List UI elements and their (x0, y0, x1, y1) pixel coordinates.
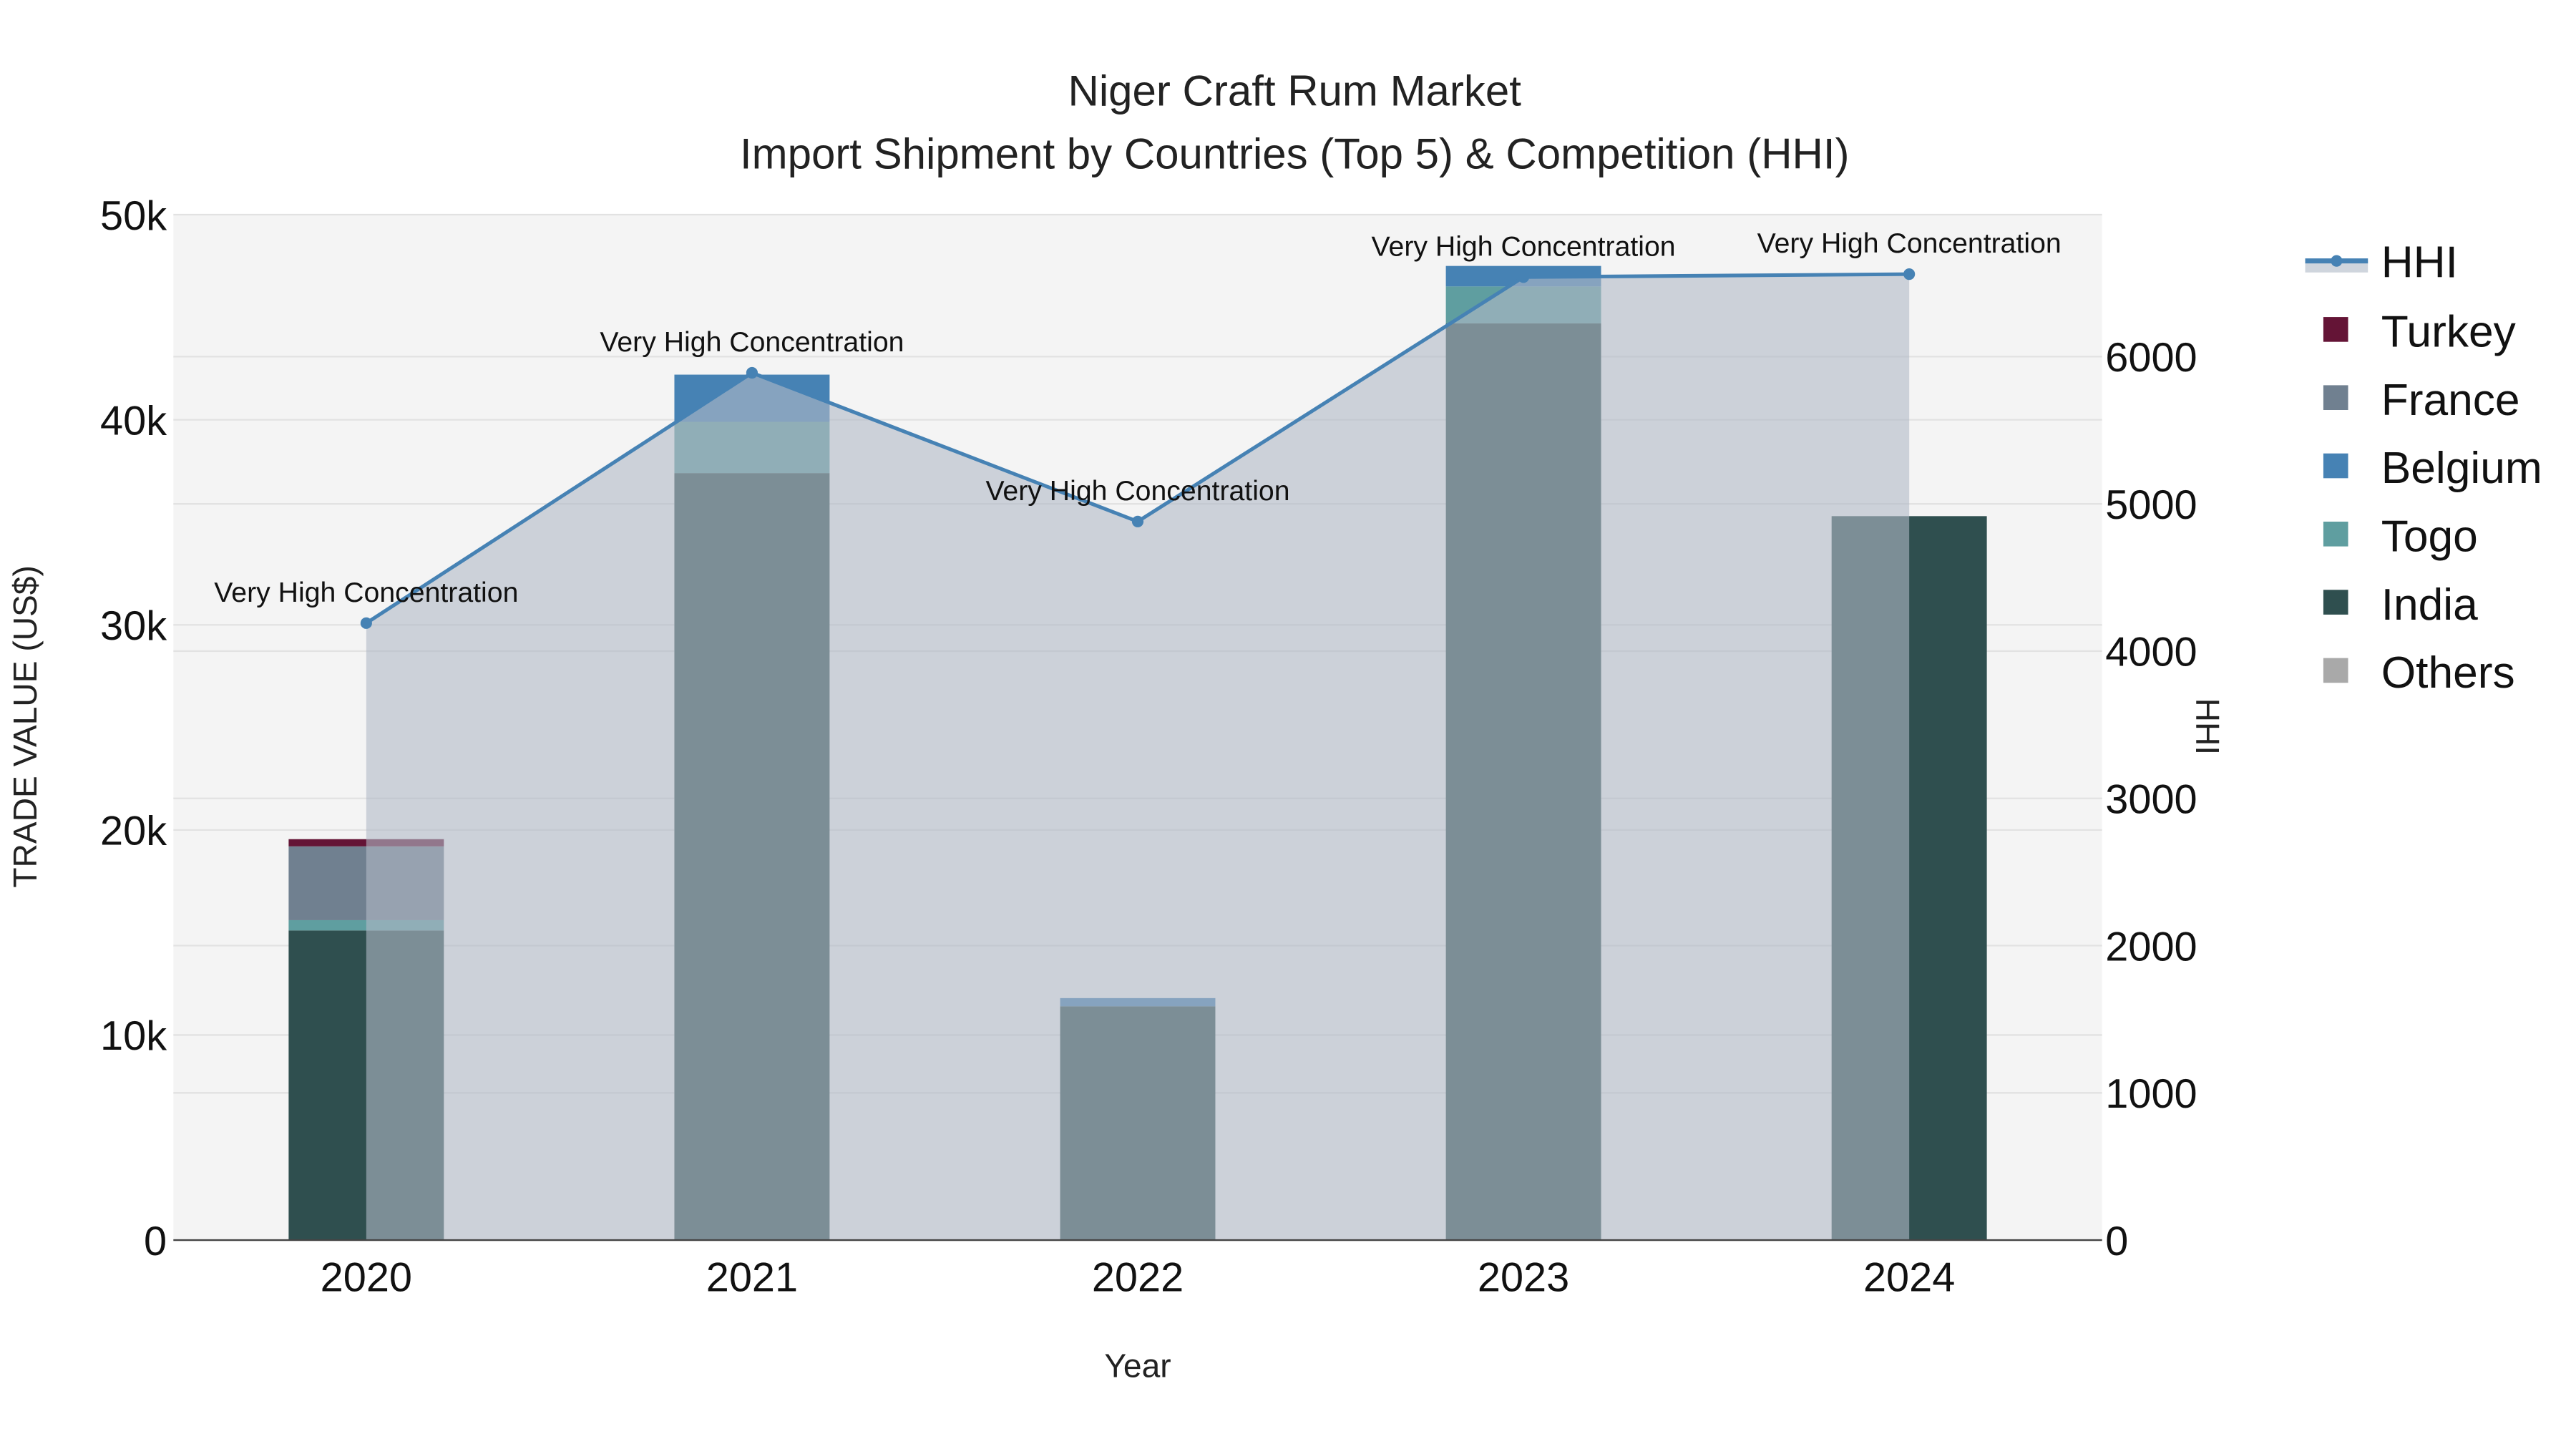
y2-tick-label: 1000 (2105, 1071, 2197, 1117)
legend-hhi-marker (2331, 255, 2343, 267)
legend-label-turkey[interactable]: Turkey (2381, 308, 2517, 357)
legend-swatch-france (2323, 385, 2348, 410)
x-tick-label: 2020 (321, 1255, 412, 1301)
hhi-annotation: Very High Concentration (214, 577, 518, 608)
hhi-annotation: Very High Concentration (1757, 228, 2062, 259)
y-axis-ticks: 0 10k 20k 30k 40k 50k (100, 193, 167, 1264)
y2-axis-ticks: 0 1000 2000 3000 4000 5000 6000 (2105, 335, 2197, 1264)
legend-label-togo[interactable]: Togo (2381, 512, 2478, 562)
chart-title: Niger Craft Rum Market (1068, 67, 1521, 115)
hhi-point-2023 (1518, 271, 1530, 283)
hhi-point-2022 (1131, 515, 1144, 527)
y-tick-label: 30k (100, 603, 167, 649)
x-tick-label: 2021 (706, 1255, 798, 1301)
y2-tick-label: 0 (2105, 1219, 2128, 1264)
hhi-annotation: Very High Concentration (985, 475, 1289, 507)
y2-axis-title: HHI (2189, 698, 2226, 755)
legend-label-others[interactable]: Others (2381, 648, 2515, 698)
y2-tick-label: 2000 (2105, 924, 2197, 970)
y-tick-label: 40k (100, 398, 167, 444)
legend-swatch-others (2323, 658, 2348, 683)
y-tick-label: 10k (100, 1013, 167, 1059)
hhi-annotation: Very High Concentration (1372, 230, 1676, 262)
legend-swatch-india (2323, 590, 2348, 615)
legend-swatch-turkey (2323, 317, 2348, 342)
x-axis-ticks: 2020 2021 2022 2023 2024 (321, 1255, 1956, 1301)
legend-swatch-togo (2323, 522, 2348, 547)
legend-label-belgium[interactable]: Belgium (2381, 444, 2542, 493)
hhi-point-2024 (1903, 268, 1916, 280)
hhi-point-2020 (360, 617, 372, 629)
y-tick-label: 20k (100, 809, 167, 854)
legend: HHI Turkey France Belgium Togo India Others (2305, 238, 2542, 698)
y-tick-label: 0 (144, 1219, 167, 1264)
y-tick-label: 50k (100, 193, 167, 239)
x-axis-title: Year (1104, 1347, 1171, 1385)
x-tick-label: 2022 (1092, 1255, 1184, 1301)
chart-subtitle: Import Shipment by Countries (Top 5) & C… (740, 130, 1850, 177)
hhi-point-2021 (746, 366, 758, 379)
legend-swatch-belgium (2323, 453, 2348, 479)
y2-tick-label: 4000 (2105, 630, 2197, 675)
y-axis-title: TRADE VALUE (US$) (6, 565, 44, 887)
y2-tick-label: 6000 (2105, 335, 2197, 381)
chart: Very High Concentration Very High Concent… (6, 67, 2542, 1385)
legend-label-france[interactable]: France (2381, 376, 2520, 425)
x-tick-label: 2024 (1863, 1255, 1955, 1301)
legend-label-india[interactable]: India (2381, 580, 2478, 630)
x-tick-label: 2023 (1478, 1255, 1569, 1301)
legend-label-hhi[interactable]: HHI (2381, 238, 2458, 288)
y2-tick-label: 5000 (2105, 482, 2197, 528)
hhi-annotation: Very High Concentration (600, 326, 904, 358)
y2-tick-label: 3000 (2105, 776, 2197, 822)
